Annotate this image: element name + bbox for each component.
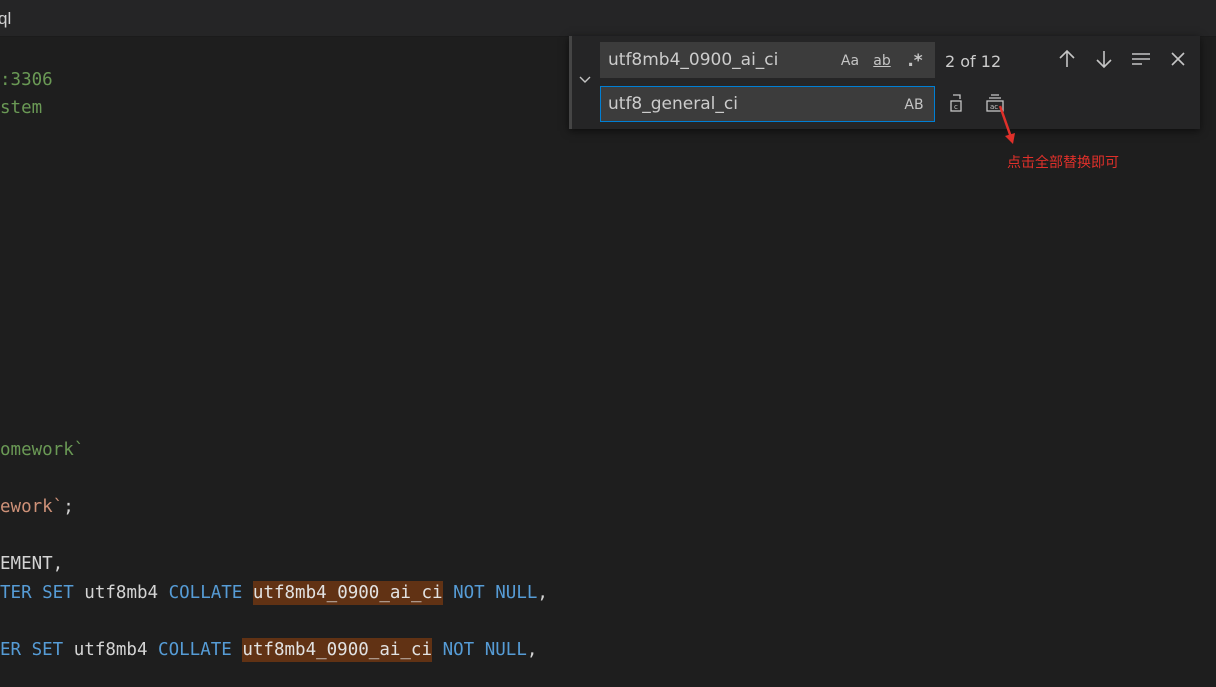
code-line-3: omework`: [0, 440, 85, 460]
find-in-selection-button[interactable]: [1129, 48, 1153, 72]
match-count: 2 of 12: [945, 52, 1002, 71]
search-match-highlight: utf8mb4_0900_ai_ci: [252, 581, 443, 605]
selection-icon: [1132, 53, 1150, 65]
close-button[interactable]: [1166, 48, 1190, 72]
replace-button[interactable]: c: [947, 92, 971, 116]
replace-input[interactable]: [608, 93, 828, 115]
replace-icon: c: [950, 94, 962, 112]
tab-bar: ql: [0, 0, 1216, 37]
find-input[interactable]: [608, 49, 828, 71]
code-line-7: ER SET utf8mb4 COLLATE utf8mb4_0900_ai_c…: [0, 638, 538, 662]
toggle-replace-button[interactable]: [577, 71, 597, 91]
match-case-toggle[interactable]: Aa: [838, 50, 862, 72]
regex-toggle[interactable]: .*: [903, 50, 927, 72]
code-line-4: ework`;: [0, 497, 74, 517]
preserve-case-toggle[interactable]: AB: [902, 94, 926, 116]
code-line-2: stem: [0, 98, 43, 118]
chevron-down-icon: [579, 76, 591, 83]
code-line-6: TER SET utf8mb4 COLLATE utf8mb4_0900_ai_…: [0, 581, 548, 605]
previous-match-button[interactable]: [1055, 48, 1079, 72]
annotation-text: 点击全部替换即可: [1007, 155, 1119, 171]
arrow-up-icon: [1059, 49, 1075, 67]
find-replace-widget: Aa ab .* 2 of 12 AB c ac: [569, 36, 1200, 129]
next-match-button[interactable]: [1092, 48, 1116, 72]
annotation-arrow-icon: [998, 105, 1015, 144]
search-match-highlight: utf8mb4_0900_ai_ci: [242, 638, 433, 662]
svg-text:c: c: [954, 103, 958, 111]
code-line-1: :3306: [0, 70, 53, 90]
find-field: Aa ab .*: [600, 42, 935, 78]
code-line-5: EMENT,: [0, 554, 64, 574]
arrow-down-icon: [1096, 51, 1112, 69]
close-icon: [1171, 52, 1185, 66]
tab-title[interactable]: ql: [0, 9, 11, 29]
replace-field: AB: [600, 86, 935, 122]
whole-word-toggle[interactable]: ab: [870, 50, 894, 72]
